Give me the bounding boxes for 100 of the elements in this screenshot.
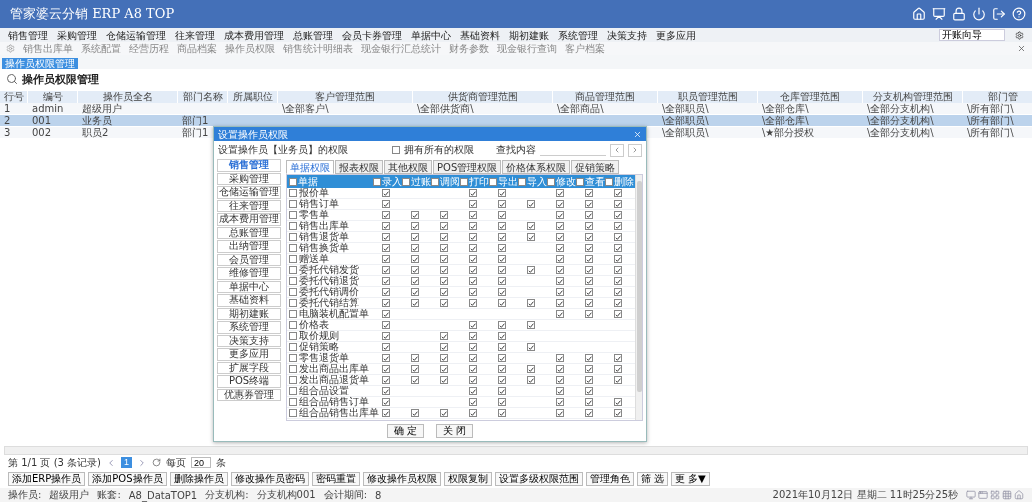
permission-tab[interactable]: 单据权限 (286, 160, 334, 174)
permission-checkbox[interactable] (410, 299, 419, 307)
permission-checkbox[interactable] (555, 244, 564, 252)
permission-checkbox[interactable] (613, 299, 622, 307)
permission-checkbox[interactable] (381, 321, 390, 329)
permission-checkbox[interactable] (526, 222, 535, 230)
checkbox[interactable] (460, 177, 468, 186)
permission-checkbox[interactable] (555, 354, 564, 362)
quick-link[interactable]: 经营历程 (129, 43, 169, 54)
close-icon[interactable] (1017, 44, 1026, 53)
permission-checkbox[interactable] (410, 211, 419, 219)
permission-checkbox[interactable] (439, 244, 448, 252)
permission-checkbox[interactable] (381, 266, 390, 274)
module-button[interactable]: 会员管理 (217, 253, 281, 266)
permission-checkbox[interactable] (468, 233, 477, 241)
checkbox[interactable] (289, 222, 297, 230)
exit-icon[interactable] (992, 7, 1006, 21)
permission-checkbox[interactable] (410, 244, 419, 252)
quick-search-field[interactable]: 开账向导 (939, 29, 1005, 41)
permission-checkbox[interactable] (468, 200, 477, 208)
permission-checkbox[interactable] (584, 233, 593, 241)
action-button[interactable]: 密码重置 (311, 472, 360, 486)
permission-checkbox[interactable] (468, 321, 477, 329)
checkbox[interactable] (289, 277, 297, 285)
permission-checkbox[interactable] (468, 387, 477, 395)
permission-checkbox[interactable] (439, 376, 448, 384)
permission-checkbox[interactable] (497, 200, 506, 208)
permission-checkbox[interactable] (439, 211, 448, 219)
permission-checkbox[interactable] (439, 299, 448, 307)
permission-checkbox[interactable] (381, 288, 390, 296)
module-button[interactable]: 优惠券管理 (217, 388, 281, 401)
permission-checkbox[interactable] (381, 299, 390, 307)
permission-checkbox[interactable] (410, 277, 419, 285)
menu-item[interactable]: 采购管理 (57, 29, 97, 41)
permission-checkbox[interactable] (468, 376, 477, 384)
permission-checkbox[interactable] (468, 244, 477, 252)
refresh-icon[interactable] (152, 458, 161, 467)
quick-link[interactable]: 商品档案 (177, 43, 217, 54)
module-button[interactable]: 更多应用 (217, 348, 281, 361)
quick-link[interactable]: 现金银行查询 (497, 43, 557, 54)
permission-checkbox[interactable] (613, 310, 622, 318)
menu-item[interactable]: 单据中心 (411, 29, 451, 41)
permission-checkbox[interactable] (381, 244, 390, 252)
permission-checkbox[interactable] (381, 222, 390, 230)
permission-checkbox[interactable] (497, 222, 506, 230)
quick-link[interactable]: 操作员权限 (225, 43, 275, 54)
permission-checkbox[interactable] (381, 211, 390, 219)
checkbox[interactable] (289, 398, 297, 406)
permission-checkbox[interactable] (468, 222, 477, 230)
action-button[interactable]: 更 多▼ (670, 472, 710, 486)
permission-checkbox[interactable] (381, 255, 390, 263)
permission-tab[interactable]: 其他权限 (384, 160, 432, 174)
permission-checkbox[interactable] (584, 288, 593, 296)
action-button[interactable]: 添加POS操作员 (88, 472, 167, 486)
permission-checkbox[interactable] (584, 255, 593, 263)
permission-checkbox[interactable] (439, 222, 448, 230)
permission-checkbox[interactable] (613, 233, 622, 241)
checkbox[interactable] (605, 177, 613, 186)
permission-checkbox[interactable] (468, 189, 477, 197)
permission-checkbox[interactable] (497, 376, 506, 384)
permission-checkbox[interactable] (584, 398, 593, 406)
lock-icon[interactable] (952, 7, 966, 21)
permission-checkbox[interactable] (584, 299, 593, 307)
permission-checkbox[interactable] (613, 222, 622, 230)
checkbox[interactable] (289, 266, 297, 274)
checkbox[interactable] (289, 189, 297, 197)
permission-checkbox[interactable] (555, 211, 564, 219)
checkbox[interactable] (289, 177, 297, 186)
module-button[interactable]: POS终端 (217, 375, 281, 388)
column-header[interactable]: 仓库管理范围 (758, 91, 863, 103)
permission-checkbox[interactable] (526, 266, 535, 274)
checkbox[interactable] (289, 332, 297, 340)
permission-checkbox[interactable] (555, 310, 564, 318)
vertical-scrollbar[interactable] (635, 175, 642, 420)
permission-checkbox[interactable] (468, 365, 477, 373)
permission-checkbox[interactable] (439, 332, 448, 340)
module-button[interactable]: 采购管理 (217, 172, 281, 185)
permission-checkbox[interactable] (555, 376, 564, 384)
permission-checkbox[interactable] (439, 277, 448, 285)
checkbox[interactable] (402, 177, 410, 186)
permission-checkbox[interactable] (468, 211, 477, 219)
permission-checkbox[interactable] (584, 277, 593, 285)
checkbox[interactable] (289, 211, 297, 219)
module-button[interactable]: 扩展字段 (217, 361, 281, 374)
menu-item[interactable]: 成本费用管理 (224, 29, 284, 41)
module-button[interactable]: 维修管理 (217, 267, 281, 280)
permission-tab[interactable]: 报表权限 (335, 160, 383, 174)
permission-checkbox[interactable] (526, 343, 535, 351)
permission-checkbox[interactable] (584, 222, 593, 230)
checkbox[interactable] (289, 200, 297, 208)
permission-checkbox[interactable] (439, 409, 448, 417)
column-header[interactable]: 部门名称 (178, 91, 228, 103)
permission-checkbox[interactable] (381, 200, 390, 208)
quick-link[interactable]: 客户档案 (565, 43, 605, 54)
column-header[interactable]: 所属职位 (228, 91, 278, 103)
permission-checkbox[interactable] (584, 376, 593, 384)
permission-checkbox[interactable] (555, 266, 564, 274)
permission-checkbox[interactable] (526, 376, 535, 384)
horizontal-scrollbar[interactable] (4, 446, 1028, 455)
permission-checkbox[interactable] (410, 354, 419, 362)
